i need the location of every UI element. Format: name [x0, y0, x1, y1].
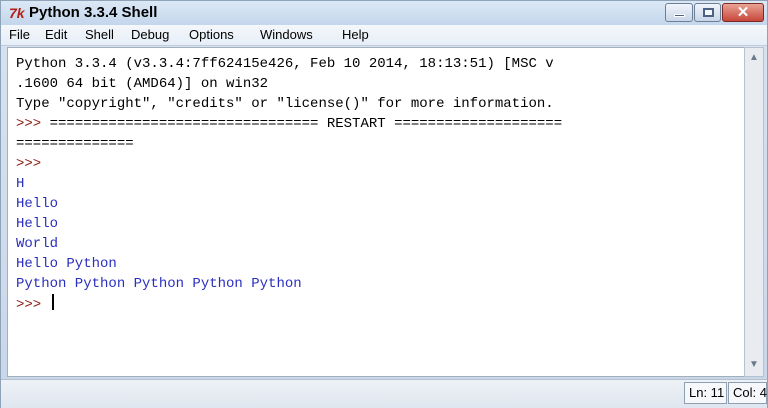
shell-line: Python 3.3.4 (v3.3.4:7ff62415e426, Feb 1… — [16, 54, 744, 74]
shell-line: Type "copyright", "credits" or "license(… — [16, 94, 744, 114]
shell-prompt: >>> — [16, 297, 50, 313]
shell-line-text: .1600 64 bit (AMD64)] on win32 — [16, 76, 269, 92]
shell-line: .1600 64 bit (AMD64)] on win32 — [16, 74, 744, 94]
window-title: Python 3.3.4 Shell — [29, 4, 158, 21]
idle-shell-window: 7k Python 3.3.4 Shell ✕ File Edit Shell … — [0, 0, 768, 408]
shell-prompt: >>> — [16, 156, 42, 172]
column-number-status: Col: 4 — [728, 382, 767, 404]
menu-debug[interactable]: Debug — [131, 27, 169, 42]
shell-line: Hello — [16, 194, 744, 214]
shell-output[interactable]: Python 3.3.4 (v3.3.4:7ff62415e426, Feb 1… — [8, 48, 744, 314]
menu-edit[interactable]: Edit — [45, 27, 67, 42]
shell-output-line: H — [16, 176, 25, 192]
shell-line: H — [16, 174, 744, 194]
shell-text-area[interactable]: Python 3.3.4 (v3.3.4:7ff62415e426, Feb 1… — [7, 47, 745, 377]
shell-prompt: >>> — [16, 116, 50, 132]
scroll-up-icon[interactable]: ▲ — [747, 51, 761, 65]
scroll-down-icon[interactable]: ▼ — [747, 358, 761, 372]
shell-line: Hello — [16, 214, 744, 234]
shell-line: >>> ================================ RES… — [16, 114, 744, 134]
title-bar[interactable]: 7k Python 3.3.4 Shell ✕ — [1, 1, 767, 25]
shell-output-line: Hello — [16, 196, 59, 212]
menu-bar: File Edit Shell Debug Options Windows He… — [1, 25, 767, 46]
shell-line: ============== — [16, 134, 744, 154]
minimize-button[interactable] — [665, 3, 693, 22]
shell-line-text: ============== — [16, 136, 134, 152]
menu-file[interactable]: File — [9, 27, 30, 42]
text-cursor — [51, 294, 54, 310]
shell-output-line: Python Python Python Python Python — [16, 276, 302, 292]
status-bar: Ln: 11 Col: 4 — [1, 379, 767, 408]
menu-windows[interactable]: Windows — [260, 27, 313, 42]
shell-line-text: Python 3.3.4 (v3.3.4:7ff62415e426, Feb 1… — [16, 56, 554, 72]
line-number-status: Ln: 11 — [684, 382, 727, 404]
menu-help[interactable]: Help — [342, 27, 369, 42]
shell-line: >>> — [16, 294, 744, 314]
shell-line: World — [16, 234, 744, 254]
maximize-button[interactable] — [694, 3, 721, 22]
shell-output-line: World — [16, 236, 59, 252]
menu-options[interactable]: Options — [189, 27, 234, 42]
menu-shell[interactable]: Shell — [85, 27, 114, 42]
minimize-icon — [674, 14, 685, 17]
vertical-scrollbar[interactable]: ▲ ▼ — [744, 47, 764, 377]
shell-line-text: Type "copyright", "credits" or "license(… — [16, 96, 554, 112]
close-icon: ✕ — [736, 4, 750, 21]
shell-line: Hello Python — [16, 254, 744, 274]
shell-line: >>> — [16, 154, 744, 174]
close-button[interactable]: ✕ — [722, 3, 764, 22]
maximize-icon — [703, 8, 714, 17]
tk-feather-icon: 7k — [9, 5, 25, 21]
shell-output-line: Hello Python — [16, 256, 117, 272]
shell-output-line: Hello — [16, 216, 59, 232]
shell-line: Python Python Python Python Python — [16, 274, 744, 294]
shell-line-text: ================================ RESTART… — [49, 116, 563, 132]
